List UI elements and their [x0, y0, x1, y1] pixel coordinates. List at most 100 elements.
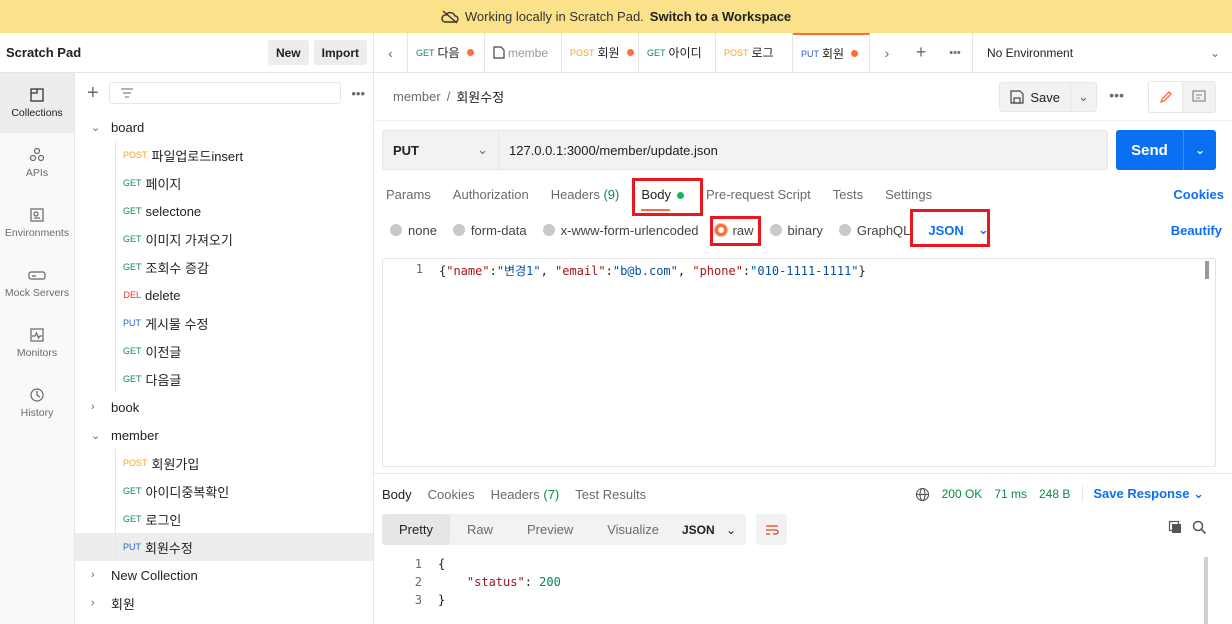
cloud-off-icon — [441, 9, 459, 24]
tab-prerequest-script[interactable]: Pre-request Script — [706, 187, 811, 202]
send-dropdown-icon[interactable]: ⌄ — [1184, 130, 1216, 170]
highlight-json-format — [910, 209, 990, 247]
body-type-binary[interactable]: binary — [769, 223, 823, 238]
chevron-down-icon: ⌄ — [725, 522, 736, 537]
editor-scrollbar[interactable] — [1205, 261, 1209, 279]
response-format-select[interactable]: JSON ⌄ — [672, 514, 746, 545]
tab-settings[interactable]: Settings — [885, 187, 932, 202]
filter-input[interactable] — [108, 82, 342, 104]
method-select[interactable]: PUT ⌄ — [383, 131, 499, 169]
request-tab-active[interactable]: PUT 회원 — [793, 33, 870, 72]
request-tab[interactable]: POST 로그 — [716, 33, 793, 72]
cookies-link[interactable]: Cookies — [1173, 187, 1224, 202]
resp-tab-test-results[interactable]: Test Results — [575, 487, 646, 502]
body-editor[interactable]: 1 {"name":"변경1", "email":"b@b.com", "pho… — [382, 258, 1216, 467]
breadcrumb-collection[interactable]: member — [393, 89, 441, 104]
search-icon[interactable] — [1192, 520, 1207, 538]
rail-collections[interactable]: Collections — [0, 73, 74, 133]
globe-icon[interactable] — [915, 487, 930, 502]
add-collection-icon[interactable]: + — [87, 82, 99, 105]
request-item[interactable]: POST 회원가입 — [75, 449, 373, 477]
chevron-down-icon: ⌄ — [91, 121, 101, 134]
folder-board[interactable]: ⌄ board — [75, 113, 373, 141]
tree-more-icon[interactable]: ••• — [351, 86, 365, 101]
tab-tests[interactable]: Tests — [833, 187, 863, 202]
url-input[interactable]: 127.0.0.1:3000/member/update.json — [499, 131, 1107, 169]
request-item[interactable]: POST 파일업로드insert — [75, 141, 373, 169]
resp-tab-body[interactable]: Body — [382, 487, 412, 502]
chevron-right-icon: › — [91, 597, 95, 609]
status-code[interactable]: 200 OK — [942, 487, 983, 501]
request-item[interactable]: GET 다음글 — [75, 365, 373, 393]
tabs-left-icon[interactable]: ‹ — [374, 33, 408, 72]
folder-member-ko[interactable]: › 회원 — [75, 589, 373, 617]
save-response-button[interactable]: Save Response ⌄ — [1082, 486, 1204, 502]
request-item[interactable]: GET selectone — [75, 197, 373, 225]
tab-headers[interactable]: Headers (9) — [551, 187, 620, 202]
wrap-lines-button[interactable] — [756, 514, 787, 545]
body-type-graphql[interactable]: GraphQL — [838, 223, 910, 238]
request-item[interactable]: GET 로그인 — [75, 505, 373, 533]
request-item[interactable]: PUT 게시물 수정 — [75, 309, 373, 337]
breadcrumb-request[interactable]: 회원수정 — [456, 87, 504, 106]
request-tab[interactable]: membe — [485, 33, 562, 72]
request-item[interactable]: GET 이미지 가져오기 — [75, 225, 373, 253]
import-button[interactable]: Import — [313, 40, 367, 65]
rail-environments[interactable]: Environments — [0, 193, 74, 253]
resp-tab-cookies[interactable]: Cookies — [428, 487, 475, 502]
method-badge: POST — [123, 150, 148, 160]
view-raw[interactable]: Raw — [450, 514, 510, 545]
switch-workspace-link[interactable]: Switch to a Workspace — [650, 9, 791, 24]
radio-button — [390, 224, 402, 236]
rail-apis[interactable]: APIs — [0, 133, 74, 193]
folder-member[interactable]: ⌄ member — [75, 421, 373, 449]
new-tab-icon[interactable]: + — [904, 33, 938, 72]
rail-monitors[interactable]: Monitors — [0, 313, 74, 373]
response-size[interactable]: 248 B — [1039, 487, 1070, 501]
folder-book[interactable]: › book — [75, 393, 373, 421]
save-button[interactable]: Save — [999, 82, 1071, 112]
request-item-selected[interactable]: PUT 회원수정 — [75, 533, 373, 561]
folder-new-collection[interactable]: › New Collection — [75, 561, 373, 589]
tab-params[interactable]: Params — [386, 187, 431, 202]
rail-mock-servers[interactable]: Mock Servers — [0, 253, 74, 313]
body-type-form-data[interactable]: form-data — [452, 223, 527, 238]
resp-tab-headers[interactable]: Headers (7) — [491, 487, 560, 502]
request-item[interactable]: GET 조회수 증감 — [75, 253, 373, 281]
docs-mode-button[interactable] — [1182, 82, 1215, 112]
request-tab[interactable]: GET 아이디 — [639, 33, 716, 72]
request-label: 로그인 — [145, 512, 182, 528]
view-visualize[interactable]: Visualize — [590, 514, 676, 545]
view-preview[interactable]: Preview — [510, 514, 590, 545]
request-item[interactable]: GET 아이디중복확인 — [75, 477, 373, 505]
view-pretty[interactable]: Pretty — [382, 514, 450, 545]
tabs-right-icon[interactable]: › — [870, 33, 904, 72]
new-button[interactable]: New — [267, 40, 309, 65]
edit-mode-button[interactable] — [1149, 82, 1182, 112]
save-dropdown-icon[interactable]: ⌄ — [1071, 82, 1097, 112]
send-button[interactable]: Send — [1116, 130, 1184, 170]
request-body-code[interactable]: {"name":"변경1", "email":"b@b.com", "phone… — [439, 262, 866, 279]
request-more-icon[interactable]: ••• — [1109, 87, 1124, 103]
radio-button — [452, 224, 465, 236]
request-item[interactable]: GET 페이지 — [75, 169, 373, 197]
tabs-more-icon[interactable]: ••• — [938, 33, 972, 72]
request-item[interactable]: DEL delete — [75, 281, 373, 309]
beautify-link[interactable]: Beautify — [1171, 223, 1222, 238]
rail-history-label: History — [20, 407, 54, 419]
line-number: 1 — [414, 557, 422, 571]
body-type-none[interactable]: none — [390, 223, 437, 238]
request-tab[interactable]: POST 회원 — [562, 33, 639, 72]
response-time[interactable]: 71 ms — [994, 487, 1027, 501]
response-body[interactable]: 1 { 2 "status": 200 3 } — [382, 557, 1216, 624]
response-divider[interactable] — [374, 473, 1232, 474]
line-number: 3 — [414, 593, 422, 607]
response-scrollbar[interactable] — [1204, 557, 1208, 624]
request-tab[interactable]: GET 다음 — [408, 33, 485, 72]
rail-history[interactable]: History — [0, 373, 74, 433]
request-item[interactable]: GET 이전글 — [75, 337, 373, 365]
copy-icon[interactable] — [1168, 520, 1183, 538]
body-type-urlencoded[interactable]: x-www-form-urlencoded — [542, 223, 699, 238]
environment-select[interactable]: No Environment ⌄ — [972, 33, 1232, 72]
tab-authorization[interactable]: Authorization — [453, 187, 529, 202]
